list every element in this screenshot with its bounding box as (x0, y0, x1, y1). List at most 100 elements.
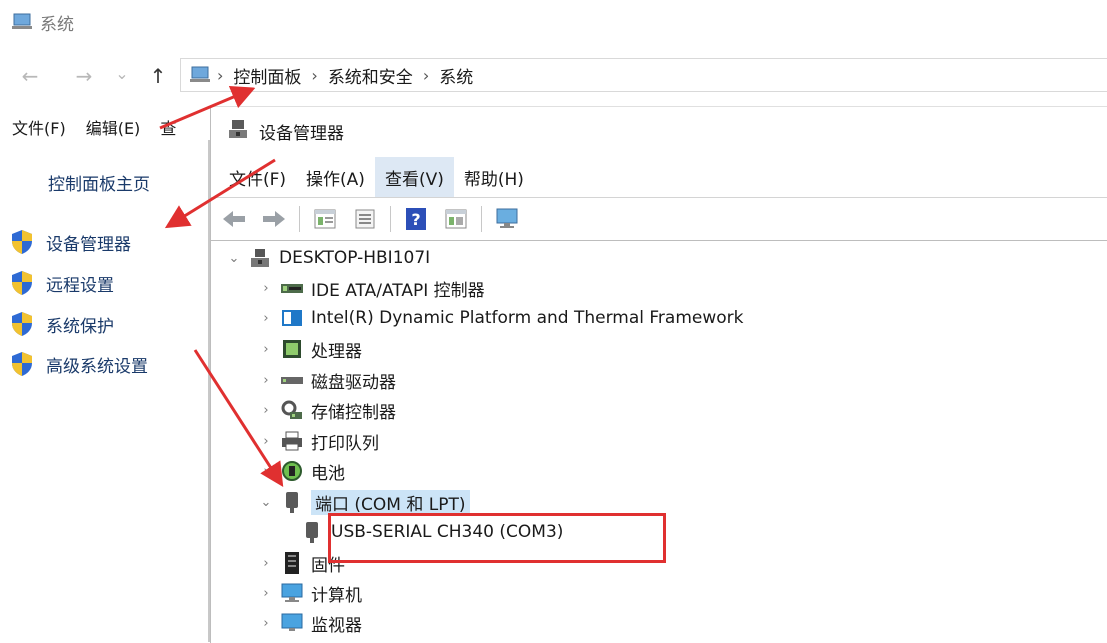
dm-menu-action[interactable]: 操作(A) (296, 157, 375, 198)
breadcrumb-system[interactable]: 系统 (439, 63, 473, 88)
sidebar-item-remote-settings[interactable]: 远程设置 (10, 269, 114, 297)
highlight-box (328, 513, 666, 563)
intel-framework-icon (279, 306, 305, 330)
tree-root-computer[interactable]: ⌄ DESKTOP-HBI107I (225, 243, 431, 273)
battery-icon (279, 459, 305, 483)
back-arrow-icon[interactable]: ← (18, 64, 42, 88)
processor-icon (279, 337, 305, 361)
tree-item-label: IDE ATA/ATAPI 控制器 (311, 280, 485, 301)
dm-menu-view[interactable]: 查看(V) (374, 156, 454, 198)
sidebar-item-label: 设备管理器 (46, 234, 131, 255)
control-panel-home-link[interactable]: 控制面板主页 (48, 170, 150, 195)
chevron-down-icon[interactable]: ⌄ (257, 495, 275, 510)
system-icon (12, 13, 34, 31)
tree-item-disk-drives[interactable]: › 磁盘驱动器 (257, 365, 396, 395)
svg-text:?: ? (411, 210, 420, 229)
address-bar[interactable]: › 控制面板 › 系统和安全 › 系统 (180, 58, 1107, 92)
list-icon[interactable] (350, 204, 380, 234)
menu-file[interactable]: 文件(F) (12, 115, 66, 139)
storage-controller-icon (279, 398, 305, 422)
tree-item-processor[interactable]: › 处理器 (257, 334, 362, 364)
tree-item-monitors[interactable]: › 监视器 (257, 608, 362, 638)
tree-item-battery[interactable]: › 电池 (257, 456, 345, 486)
view-icon[interactable] (441, 204, 471, 234)
computer-root-icon (247, 246, 273, 270)
computer-icon (279, 581, 305, 605)
tree-item-storage-controllers[interactable]: › 存储控制器 (257, 395, 396, 425)
sidebar-item-label: 系统保护 (46, 316, 114, 337)
tree-item-label: 处理器 (311, 341, 362, 362)
tree-item-ide[interactable]: › IDE ATA/ATAPI 控制器 (257, 273, 485, 303)
breadcrumb-separator: › (217, 65, 224, 85)
shield-icon (10, 351, 34, 377)
chevron-right-icon[interactable]: › (257, 616, 275, 631)
shield-icon (10, 229, 34, 255)
toolbar-divider (390, 206, 391, 232)
tree-item-label: 打印队列 (311, 433, 379, 454)
system-menu-bar: 文件(F) 编辑(E) 查 (12, 114, 176, 140)
sidebar-item-label: 高级系统设置 (46, 356, 148, 377)
chevron-right-icon[interactable]: › (257, 556, 275, 571)
forward-arrow-icon[interactable]: → (72, 64, 96, 88)
computer-name: DESKTOP-HBI107I (279, 248, 431, 268)
sidebar-item-device-manager[interactable]: 设备管理器 (10, 228, 131, 256)
chevron-right-icon[interactable]: › (257, 281, 275, 296)
ide-controller-icon (279, 276, 305, 300)
tree-item-label: 计算机 (311, 585, 362, 606)
system-title-text: 系统 (40, 14, 74, 35)
breadcrumb-control-panel[interactable]: 控制面板 (233, 63, 301, 88)
disk-drive-icon (279, 368, 305, 392)
tree-item-intel-framework[interactable]: › Intel(R) Dynamic Platform and Thermal … (257, 303, 744, 333)
device-manager-toolbar: ? (211, 197, 1107, 241)
tree-item-print-queues[interactable]: › 打印队列 (257, 426, 379, 456)
address-row: ← → ⌄ ↑ › 控制面板 › 系统和安全 › 系统 (0, 58, 1107, 94)
port-device-icon (299, 520, 325, 544)
chevron-right-icon[interactable]: › (257, 403, 275, 418)
shield-icon (10, 270, 34, 296)
device-manager-title-bar: 设备管理器 (227, 117, 344, 145)
port-icon (279, 490, 305, 514)
window-divider (208, 140, 210, 642)
menu-view-partial[interactable]: 查 (160, 115, 176, 139)
forward-icon[interactable] (259, 204, 289, 234)
chevron-right-icon[interactable]: › (257, 342, 275, 357)
monitor-scan-icon[interactable] (492, 204, 522, 234)
sidebar-item-advanced-system-settings[interactable]: 高级系统设置 (10, 350, 148, 378)
tree-item-label: Intel(R) Dynamic Platform and Thermal Fr… (311, 308, 744, 328)
tree-item-label: 电池 (311, 463, 345, 484)
toolbar-divider (481, 206, 482, 232)
dm-menu-file[interactable]: 文件(F) (219, 157, 296, 198)
chevron-right-icon[interactable]: › (257, 586, 275, 601)
chevron-right-icon[interactable]: › (257, 434, 275, 449)
chevron-right-icon[interactable]: › (257, 464, 275, 479)
chevron-right-icon[interactable]: › (257, 311, 275, 326)
toolbar-divider (299, 206, 300, 232)
system-window-title: 系统 (12, 8, 74, 36)
up-arrow-icon[interactable]: ↑ (146, 64, 170, 88)
back-icon[interactable] (219, 204, 249, 234)
device-manager-icon (227, 118, 249, 145)
device-tree: ⌄ DESKTOP-HBI107I › IDE ATA/ATAPI 控制器 › … (211, 243, 1107, 643)
sidebar-item-system-protection[interactable]: 系统保护 (10, 310, 114, 338)
tree-item-label: 监视器 (311, 615, 362, 636)
chevron-right-icon[interactable]: › (257, 373, 275, 388)
monitor-icon (279, 611, 305, 635)
tree-item-computer[interactable]: › 计算机 (257, 578, 362, 608)
recent-locations-icon[interactable]: ⌄ (110, 64, 134, 83)
firmware-icon (279, 551, 305, 575)
help-icon[interactable]: ? (401, 204, 431, 234)
menu-edit[interactable]: 编辑(E) (86, 115, 141, 139)
device-manager-title: 设备管理器 (259, 123, 344, 144)
tree-item-label: 端口 (COM 和 LPT) (311, 489, 470, 515)
breadcrumb-separator: › (311, 65, 318, 85)
control-panel-icon (189, 65, 213, 85)
chevron-down-icon[interactable]: ⌄ (225, 251, 243, 266)
breadcrumb-system-security[interactable]: 系统和安全 (328, 63, 413, 88)
shield-icon (10, 311, 34, 337)
dm-menu-help[interactable]: 帮助(H) (454, 157, 534, 198)
tree-item-label: 磁盘驱动器 (311, 372, 396, 393)
sidebar-item-label: 远程设置 (46, 275, 114, 296)
breadcrumb-separator: › (422, 65, 430, 85)
properties-icon[interactable] (310, 204, 340, 234)
print-queue-icon (279, 429, 305, 453)
